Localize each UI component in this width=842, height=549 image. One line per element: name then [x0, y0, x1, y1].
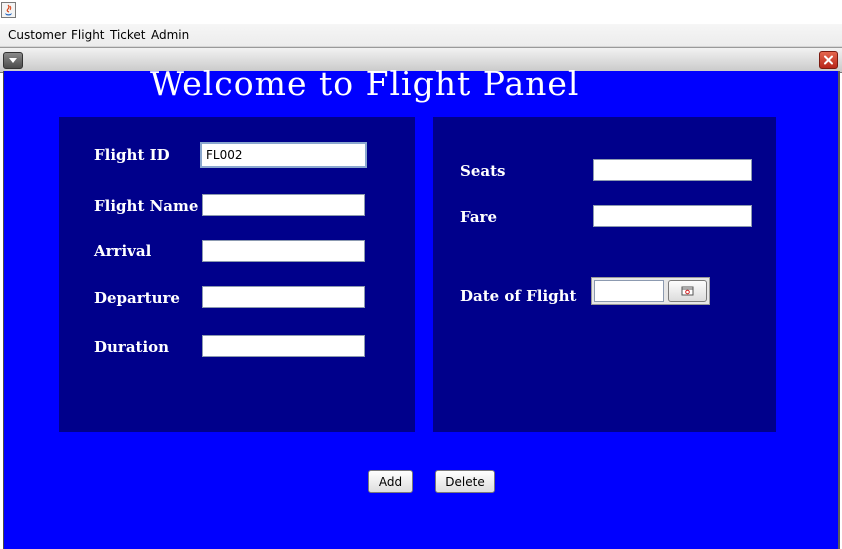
menu-ticket[interactable]: Ticket — [110, 28, 146, 42]
date-picker — [591, 277, 710, 305]
calendar-button[interactable] — [668, 280, 707, 302]
flight-id-label: Flight ID — [94, 146, 170, 164]
departure-field[interactable] — [202, 286, 365, 308]
seats-field[interactable] — [593, 159, 752, 181]
add-button[interactable]: Add — [368, 470, 413, 493]
menu-admin[interactable]: Admin — [151, 28, 189, 42]
flight-name-field[interactable] — [202, 194, 365, 216]
duration-label: Duration — [94, 338, 170, 356]
java-app-icon — [1, 2, 16, 18]
date-of-flight-field[interactable] — [594, 280, 664, 302]
fare-field[interactable] — [593, 205, 752, 227]
duration-field[interactable] — [202, 335, 365, 357]
menu-flight[interactable]: Flight — [71, 28, 105, 42]
dropdown-menu-icon[interactable] — [3, 52, 23, 69]
close-icon[interactable] — [819, 51, 838, 69]
seats-label: Seats — [460, 162, 506, 180]
arrival-field[interactable] — [202, 240, 365, 262]
fare-label: Fare — [460, 208, 497, 226]
flight-id-field[interactable] — [200, 142, 367, 168]
menu-bar: Customer Flight Ticket Admin — [0, 24, 842, 47]
date-of-flight-label: Date of Flight — [460, 287, 577, 305]
flight-name-label: Flight Name — [94, 197, 199, 215]
calendar-icon — [681, 286, 694, 296]
page-title: Welcome to Flight Panel — [150, 64, 580, 103]
departure-label: Departure — [94, 289, 180, 307]
arrival-label: Arrival — [94, 242, 152, 260]
menu-customer[interactable]: Customer — [8, 28, 66, 42]
delete-button[interactable]: Delete — [435, 470, 495, 493]
